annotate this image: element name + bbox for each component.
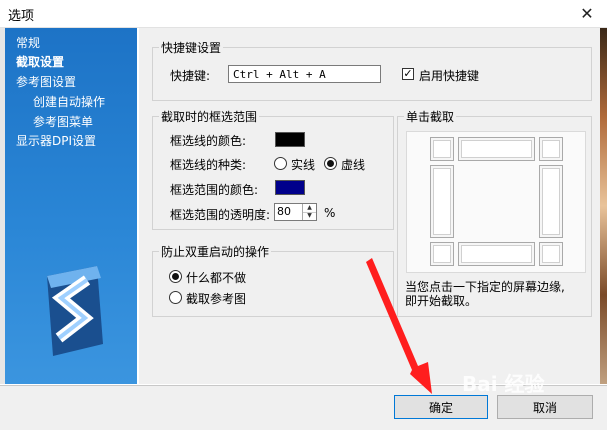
fill-color-label: 框选范围的颜色: <box>170 183 259 197</box>
opacity-spinner[interactable]: 80 ▲ ▼ <box>274 203 317 221</box>
close-icon: ✕ <box>580 4 594 23</box>
solid-line-label: 实线 <box>291 158 316 172</box>
settings-panel: 快捷键设置 快捷键: Ctrl + Alt + A ✓ 启用快捷键 截取时的框选… <box>139 28 607 384</box>
prevent-double-start-group-title: 防止双重启动的操作 <box>159 243 272 260</box>
line-type-label: 框选线的种类: <box>170 158 247 172</box>
sidebar-item-reference-settings[interactable]: 参考图设置 <box>16 73 76 90</box>
sidebar-item-reference-menu[interactable]: 参考图菜单 <box>33 113 93 130</box>
dashed-line-label: 虚线 <box>341 158 366 172</box>
solid-line-radio[interactable] <box>274 157 287 170</box>
app-logo <box>47 266 103 356</box>
single-click-group-title: 单击截取 <box>404 108 457 125</box>
line-color-label: 框选线的颜色: <box>170 134 247 148</box>
fill-color-swatch[interactable] <box>275 180 305 195</box>
do-nothing-label: 什么都不做 <box>186 271 247 285</box>
hotkey-group: 快捷键设置 快捷键: Ctrl + Alt + A ✓ 启用快捷键 <box>152 39 592 101</box>
sidebar-item-capture-settings[interactable]: 截取设置 <box>16 53 64 70</box>
edge-top-left[interactable] <box>430 137 454 161</box>
opacity-unit: % <box>324 206 336 220</box>
screen-edge-picker <box>406 131 586 273</box>
capture-reference-label: 截取参考图 <box>186 292 247 306</box>
close-button[interactable]: ✕ <box>567 0 607 27</box>
sidebar: 常规 截取设置 参考图设置 创建自动操作 参考图菜单 显示器DPI设置 <box>5 28 137 384</box>
prevent-double-start-group: 防止双重启动的操作 什么都不做 截取参考图 <box>152 243 394 317</box>
title-bar: 选项 ✕ <box>0 0 607 27</box>
do-nothing-radio[interactable] <box>169 270 182 283</box>
sidebar-item-general[interactable]: 常规 <box>16 34 40 51</box>
sidebar-item-create-auto-action[interactable]: 创建自动操作 <box>33 93 105 110</box>
window-title: 选项 <box>8 9 35 24</box>
dashed-line-radio[interactable] <box>324 157 337 170</box>
enable-hotkey-checkbox[interactable]: ✓ <box>402 68 414 80</box>
opacity-label: 框选范围的透明度: <box>170 208 271 222</box>
background-edge <box>600 28 607 384</box>
frame-range-group: 截取时的框选范围 框选线的颜色: 框选线的种类: 实线 虚线 框选范围的颜色: … <box>152 108 394 230</box>
edge-bottom-right[interactable] <box>539 242 563 266</box>
line-color-swatch[interactable] <box>275 132 305 147</box>
edge-bottom-left[interactable] <box>430 242 454 266</box>
single-click-hint: 当您点击一下指定的屏幕边缘, 即开始截取。 <box>405 280 565 308</box>
single-click-group: 单击截取 当您点击一下指定的屏幕边缘, 即开始截取。 <box>397 108 592 317</box>
edge-bottom[interactable] <box>458 242 535 266</box>
capture-reference-radio[interactable] <box>169 291 182 304</box>
edge-top-right[interactable] <box>539 137 563 161</box>
enable-hotkey-label: 启用快捷键 <box>419 69 480 83</box>
hotkey-input[interactable]: Ctrl + Alt + A <box>228 65 381 83</box>
hotkey-group-title: 快捷键设置 <box>159 39 224 56</box>
checkmark-icon: ✓ <box>403 67 413 80</box>
opacity-value: 80 <box>277 205 291 218</box>
edge-left[interactable] <box>430 165 454 238</box>
edge-top[interactable] <box>458 137 535 161</box>
watermark: Bai 经验 <box>462 372 545 396</box>
sidebar-item-dpi-settings[interactable]: 显示器DPI设置 <box>16 132 96 149</box>
spin-down-icon[interactable]: ▼ <box>302 212 316 220</box>
frame-range-group-title: 截取时的框选范围 <box>159 108 260 125</box>
hotkey-label: 快捷键: <box>170 69 211 83</box>
edge-right[interactable] <box>539 165 563 238</box>
